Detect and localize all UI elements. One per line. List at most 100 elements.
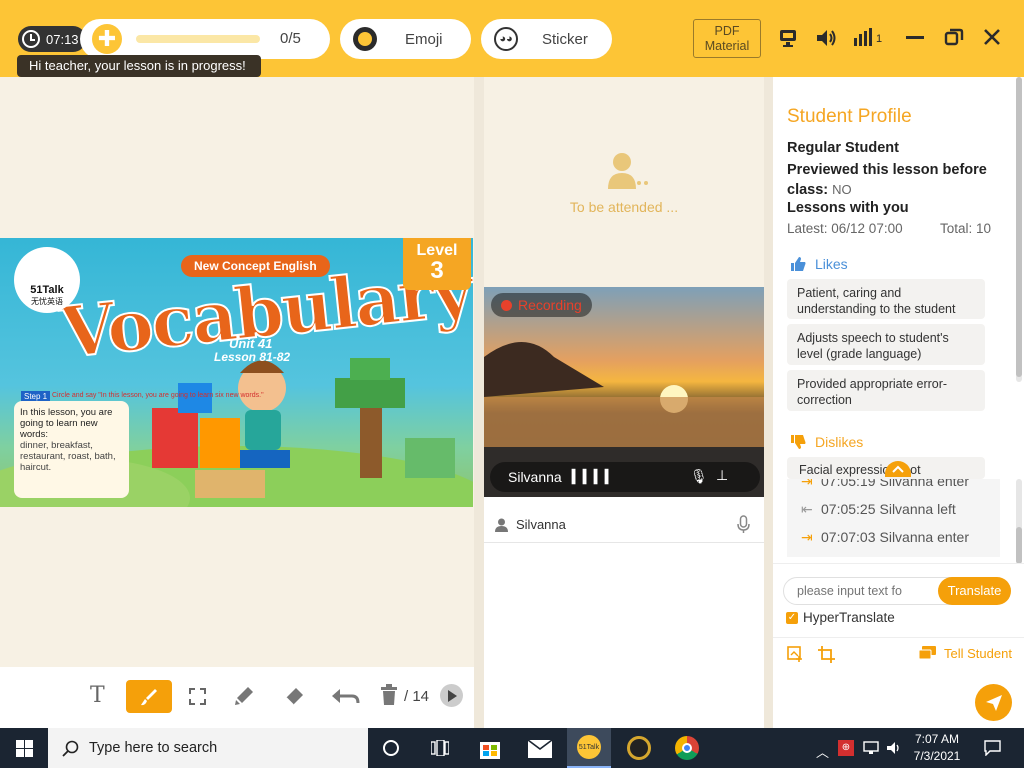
participant-row[interactable]: Silvanna [484,497,764,543]
send-button[interactable] [975,684,1012,721]
card-text: In this lesson, you are going to learn n… [20,407,113,440]
undo-icon[interactable] [330,685,362,710]
translate-button[interactable]: Translate [938,577,1011,605]
logo-name: 51Talk [30,284,64,296]
whiteboard-toolbar: T / 14 [0,667,474,728]
mail-icon[interactable] [527,739,553,761]
stars-progress-bar [136,35,260,43]
tray-chevron-icon[interactable]: ︿ [816,742,829,761]
monitor-icon[interactable] [778,28,798,47]
log-entry: ⇤ 07:05:25 Silvanna left [801,495,1000,523]
task-view-icon[interactable] [430,739,450,759]
logo-cn: 无忧英语 [31,297,63,306]
signal-icon: 1 [853,28,885,48]
pdf-label: PDF [714,24,740,38]
minimize-icon[interactable] [906,36,924,39]
highlighter-icon[interactable] [233,685,255,710]
like-tag: Adjusts speech to student's level (grade… [787,324,985,365]
close-icon[interactable] [983,28,1001,46]
profile-scrollbar-thumb[interactable] [1016,77,1022,377]
delete-icon[interactable] [379,684,399,709]
camera-app-icon[interactable] [627,736,651,760]
emoji-label: Emoji [405,30,443,48]
select-tool-icon[interactable] [189,688,206,705]
search-placeholder: Type here to search [89,740,218,756]
lesson-slide[interactable]: Vocabulary New Concept English Level 3 U… [0,238,473,507]
eraser-icon[interactable] [283,685,305,710]
taskbar-app-51talk[interactable]: 51Talk [567,728,611,768]
windows-taskbar: Type here to search 51Talk ︿ ⊕ 7:07 AM 7… [0,728,1024,768]
sticker-label: Sticker [542,30,588,48]
log-time: 07:07:03 [821,529,876,545]
latest-lesson: Latest: 06/12 07:00 [787,221,903,236]
send-icon [985,694,1002,711]
thumbs-down-icon [791,435,806,449]
like-tag: Provided appropriate error-correction [787,370,985,411]
next-page-button[interactable] [440,684,463,707]
log-text: Silvanna enter [879,529,970,545]
notification-icon[interactable] [984,740,1001,759]
chat-bubble-icon [919,646,936,660]
sticker-button[interactable]: ◕◕ Sticker [481,19,612,59]
hypertranslate-option[interactable]: ✓ HyperTranslate [786,610,895,625]
teacher-waiting-slot: To be attended ... [484,77,764,287]
recording-badge: Recording [491,293,592,317]
microphone-icon[interactable] [737,515,750,534]
text-tool-icon[interactable]: T [90,683,105,708]
participant-list-area [484,543,764,728]
restore-icon[interactable] [944,28,964,46]
student-type: Regular Student [787,140,899,156]
search-icon [62,740,79,757]
network-icon[interactable] [863,741,879,758]
mic-off-icon[interactable]: 🎙 [690,468,708,485]
material-label: Material [704,39,750,53]
lesson-tooltip: Hi teacher, your lesson is in progress! [17,55,261,77]
emoji-button[interactable]: Emoji [340,19,471,59]
page-total: / 14 [404,688,430,705]
log-text: Silvanna enter [879,479,970,489]
enter-icon: ⇥ [801,528,813,545]
likes-list: Patient, caring and understanding to the… [773,279,1013,411]
record-dot-icon [501,299,512,311]
dislikes-header: Dislikes [791,434,863,450]
add-image-icon[interactable] [787,646,803,665]
chrome-icon[interactable] [675,736,699,760]
app-label: 51Talk [578,743,600,751]
previewed-value: NO [832,182,852,197]
taskbar-time: 7:07 AM [914,732,960,746]
stars-progress[interactable]: ✚ 0/5 [80,19,330,59]
tell-student-button[interactable]: Tell Student [919,646,1012,661]
51talk-app-icon: 51Talk [577,735,601,759]
taskbar-search[interactable]: Type here to search [48,728,368,768]
play-icon [447,689,457,702]
volume-icon[interactable] [886,741,902,758]
level-badge: Level 3 [403,238,471,290]
step-instruction: Circle and say "In this lesson, you are … [52,392,264,399]
student-video[interactable]: Recording Silvanna ▍▍▍▍ 🎙 ⊥ [484,287,764,497]
windows-start-icon[interactable] [16,740,33,760]
audio-level-icon: ▍▍▍▍ [571,469,616,484]
tray-app-icon[interactable]: ⊕ [838,740,854,756]
participant-name: Silvanna [516,517,566,532]
log-scrollbar-thumb[interactable] [1016,527,1022,564]
timer-text: 07:13 [46,31,79,47]
store-icon[interactable] [480,737,500,762]
recording-label: Recording [518,297,582,313]
signal-value: 1 [876,33,883,45]
clock-area[interactable]: 7:07 AM 7/3/2021 [906,731,968,765]
tell-student-label: Tell Student [944,646,1012,661]
taskbar-date: 7/3/2021 [913,749,961,763]
log-text: Silvanna left [879,501,956,517]
speaker-icon[interactable] [815,28,837,48]
hypertranslate-checkbox[interactable]: ✓ [786,611,798,624]
hypertranslate-label: HyperTranslate [803,610,895,625]
chevron-up-icon [892,465,904,473]
pdf-material-button[interactable]: PDF Material [693,19,761,58]
column-divider [474,77,484,728]
dislikes-label: Dislikes [815,434,864,450]
brush-tool-button[interactable] [126,680,172,713]
courseware-area: Vocabulary New Concept English Level 3 U… [0,77,474,667]
translate-input[interactable] [797,578,947,604]
crop-icon[interactable] [818,646,835,666]
cortana-icon[interactable] [383,740,399,756]
